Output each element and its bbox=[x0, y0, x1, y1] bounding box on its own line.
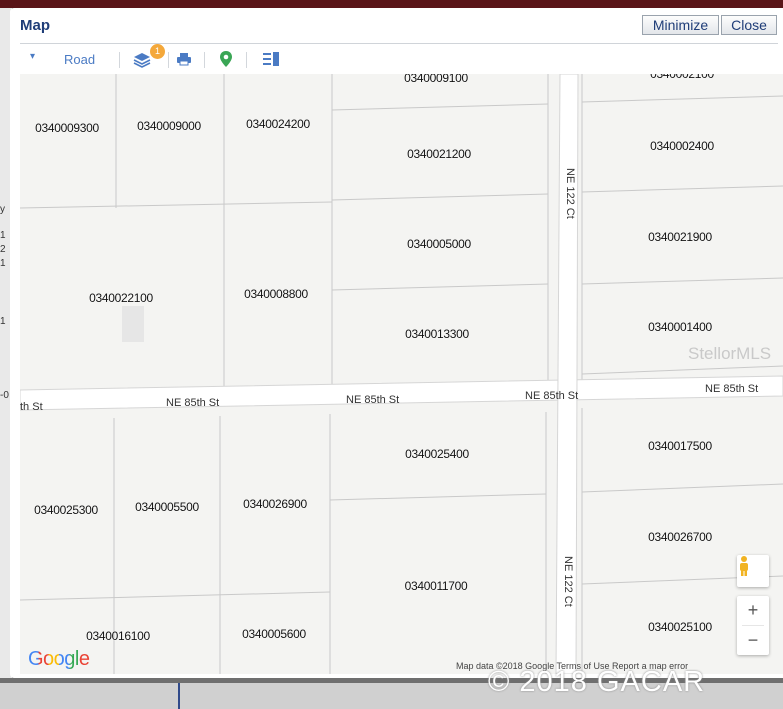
copyright-watermark: © 2018 GACAR bbox=[488, 666, 706, 698]
parcel-label[interactable]: 0340024200 bbox=[246, 117, 310, 131]
close-button[interactable]: Close bbox=[721, 15, 777, 35]
parcel-label[interactable]: 0340005600 bbox=[242, 627, 306, 641]
road-label: NE 85th St bbox=[705, 383, 759, 395]
background-divider bbox=[178, 683, 180, 709]
toolbar-divider bbox=[204, 52, 205, 68]
parcel-label[interactable]: 0340025100 bbox=[648, 620, 712, 634]
parcel-label[interactable]: 0340013300 bbox=[405, 327, 469, 341]
road-label: th St bbox=[20, 401, 43, 413]
background-text: 1 bbox=[0, 316, 6, 327]
print-icon[interactable] bbox=[176, 51, 192, 70]
map-type-dropdown[interactable]: Road bbox=[64, 52, 95, 67]
layers-icon[interactable] bbox=[132, 49, 152, 72]
road-label: NE 122 Ct bbox=[562, 556, 574, 607]
road-label: NE 85th St bbox=[166, 397, 220, 409]
parcel-label[interactable]: 0340005500 bbox=[135, 500, 199, 514]
location-pin-icon[interactable] bbox=[219, 50, 233, 71]
parcel-label[interactable]: 0340002400 bbox=[650, 139, 714, 153]
legend-icon[interactable] bbox=[262, 51, 280, 70]
background-text: 1 bbox=[0, 258, 6, 269]
parcel-label[interactable]: 0340002100 bbox=[650, 74, 714, 81]
parcel-label[interactable]: 0340009000 bbox=[137, 119, 201, 133]
road-label: NE 85th St bbox=[525, 390, 579, 402]
google-logo: Google bbox=[28, 648, 90, 671]
zoom-out-button[interactable]: − bbox=[737, 626, 769, 655]
map-canvas[interactable]: 0340009100 0340002100 0340009300 0340009… bbox=[20, 74, 783, 674]
parcel-label[interactable]: 0340009100 bbox=[404, 74, 468, 85]
parcel-label[interactable]: 0340001400 bbox=[648, 320, 712, 334]
google-logo-text: Google bbox=[28, 648, 90, 670]
parcel-label[interactable]: 0340009300 bbox=[35, 121, 99, 135]
zoom-in-button[interactable]: + bbox=[737, 596, 769, 625]
parcel-label[interactable]: 0340021200 bbox=[407, 147, 471, 161]
parcel-label[interactable]: 0340005000 bbox=[407, 237, 471, 251]
parcel-label[interactable]: 0340025400 bbox=[405, 447, 469, 461]
road-label: NE 122 Ct bbox=[564, 168, 576, 219]
parcel-label[interactable]: 0340025300 bbox=[34, 503, 98, 517]
background-text: -0 bbox=[0, 390, 9, 401]
watermark: StellorMLS bbox=[688, 344, 772, 363]
road-label: NE 85th St bbox=[346, 394, 400, 406]
toolbar-divider bbox=[246, 52, 247, 68]
parcel-label[interactable]: 0340011700 bbox=[405, 579, 468, 593]
parcel-label[interactable]: 0340016100 bbox=[86, 629, 150, 643]
parcel-label[interactable]: 0340026700 bbox=[648, 530, 712, 544]
toolbar-divider bbox=[168, 52, 169, 68]
toolbar-divider bbox=[119, 52, 120, 68]
map-toolbar: ▾ Road 1 bbox=[20, 43, 778, 76]
parcel-label[interactable]: 0340022100 bbox=[89, 291, 153, 305]
background-text: y bbox=[0, 204, 5, 215]
street-view-pegman-icon[interactable] bbox=[737, 555, 769, 587]
parcel-label[interactable]: 0340021900 bbox=[648, 230, 712, 244]
background-text: 1 bbox=[0, 230, 6, 241]
layers-badge: 1 bbox=[150, 44, 165, 59]
parcel-label[interactable]: 0340008800 bbox=[244, 287, 308, 301]
parcel-label[interactable]: 0340017500 bbox=[648, 439, 712, 453]
dialog-title: Map bbox=[20, 17, 50, 34]
top-bar bbox=[0, 0, 783, 8]
parcel-label[interactable]: 0340026900 bbox=[243, 497, 307, 511]
minimize-button[interactable]: Minimize bbox=[642, 15, 719, 35]
zoom-control: + − bbox=[737, 596, 769, 655]
caret-down-icon[interactable]: ▾ bbox=[30, 51, 35, 62]
background-text: 2 bbox=[0, 244, 6, 255]
parcel-lines bbox=[20, 74, 783, 674]
